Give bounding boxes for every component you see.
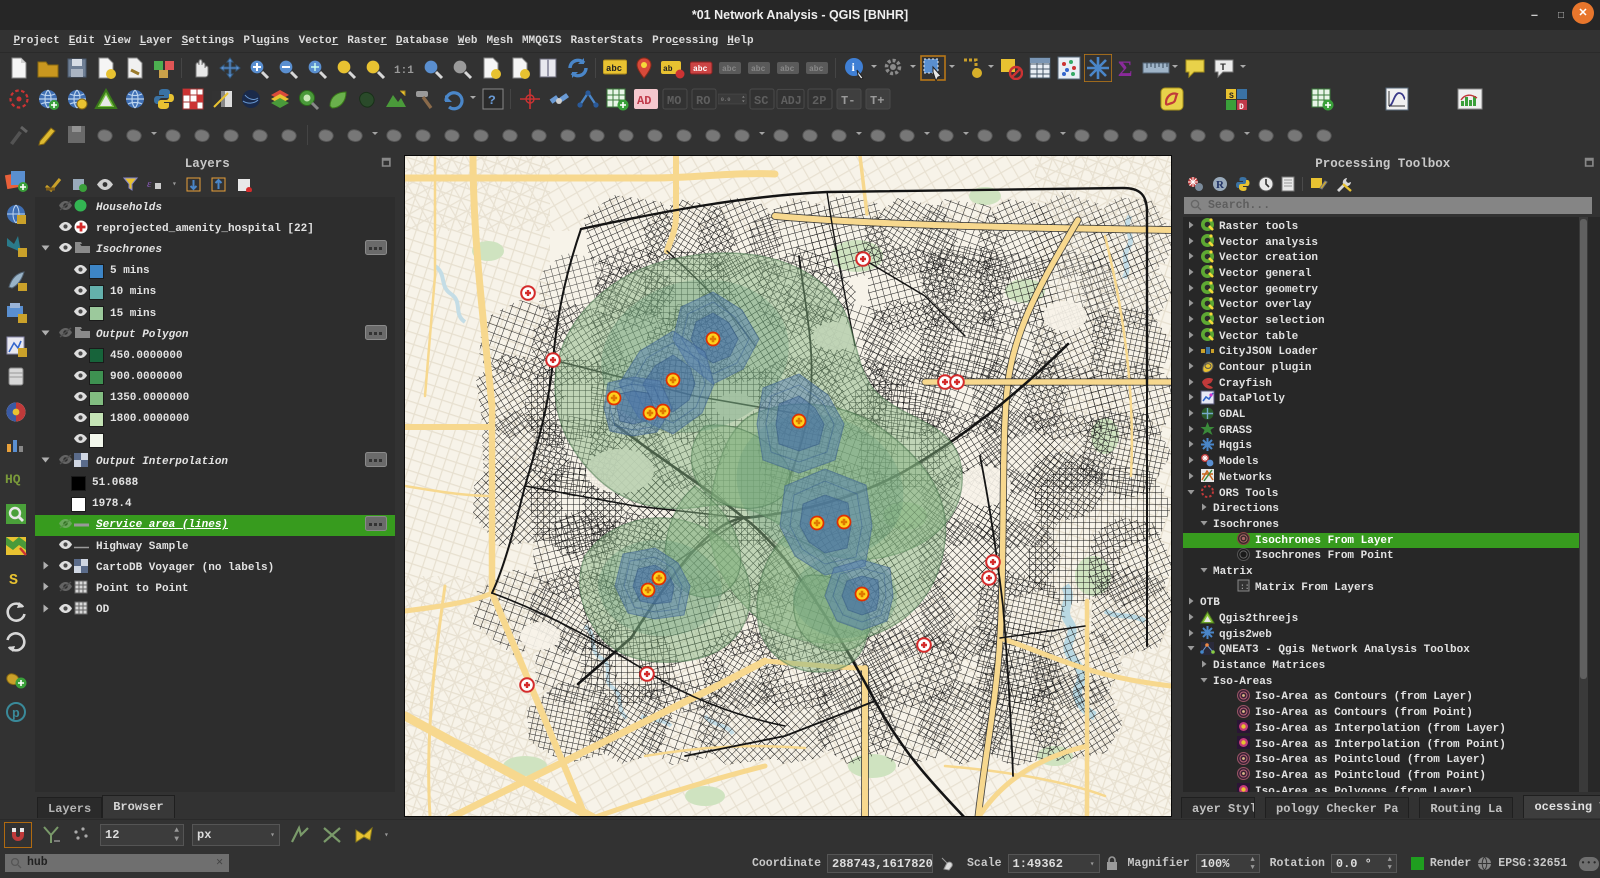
- svg-text:RO: RO: [696, 94, 710, 108]
- svg-text:1:1: 1:1: [394, 65, 414, 77]
- svg-text:abc: abc: [693, 65, 708, 74]
- svg-text:ADJ: ADJ: [781, 95, 802, 108]
- svg-text:p: p: [12, 706, 20, 721]
- svg-text:abc: abc: [722, 65, 737, 74]
- svg-text:abc: abc: [606, 64, 622, 74]
- svg-text:MO: MO: [667, 94, 681, 108]
- svg-text:T-: T-: [841, 94, 855, 108]
- svg-text:abc: abc: [809, 65, 824, 74]
- svg-text:Σ: Σ: [1118, 56, 1132, 80]
- svg-text:?: ?: [488, 93, 496, 108]
- svg-text:HQ: HQ: [5, 472, 21, 487]
- svg-text:0.0: 0.0: [721, 96, 731, 103]
- svg-text:AD: AD: [637, 94, 651, 108]
- svg-text:R: R: [1216, 179, 1225, 191]
- svg-text:ε: ε: [147, 178, 152, 190]
- svg-text:S: S: [1229, 92, 1234, 101]
- svg-text:ab: ab: [663, 65, 673, 74]
- svg-text:::: ::: [1240, 583, 1250, 592]
- svg-text:T: T: [1220, 63, 1226, 74]
- svg-text:abc: abc: [780, 65, 795, 74]
- svg-text:S: S: [9, 572, 18, 589]
- svg-text:D: D: [1239, 103, 1244, 111]
- svg-text:2P: 2P: [812, 94, 826, 108]
- svg-text:abc: abc: [751, 65, 766, 74]
- svg-text:SC: SC: [754, 94, 768, 108]
- svg-text:T+: T+: [870, 94, 884, 108]
